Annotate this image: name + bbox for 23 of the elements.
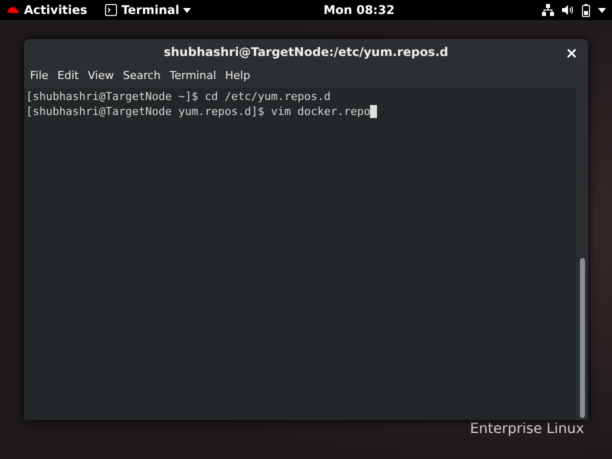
hat-logo-icon (6, 5, 20, 15)
terminal-icon (105, 4, 118, 16)
network-icon[interactable] (542, 4, 554, 16)
menu-item[interactable]: Terminal (166, 68, 220, 85)
menu-item[interactable]: Help (221, 68, 254, 85)
branding-text: Enterprise Linux (470, 421, 584, 437)
caret-icon (183, 8, 192, 12)
menu-item[interactable]: Search (118, 68, 165, 85)
caret-icon[interactable] (598, 8, 606, 12)
scrollbar-thumb[interactable] (580, 258, 584, 418)
cursor (370, 105, 378, 118)
menu-item[interactable]: View (84, 68, 118, 85)
clock[interactable]: Mon 08:32 (246, 1, 472, 19)
app-menu[interactable]: Terminal (121, 1, 180, 19)
close-button[interactable]: × (565, 42, 578, 64)
window-title: shubhashri@TargetNode:/etc/yum.repos.d (164, 44, 448, 61)
battery-icon[interactable] (582, 4, 590, 16)
menu-item[interactable]: Edit (53, 68, 83, 85)
terminal-line: [shubhashri@TargetNode ~]$ cd /etc/yum.repos.d (26, 89, 331, 104)
speaker-icon[interactable] (562, 4, 574, 16)
terminal-line: [shubhashri@TargetNode yum.repos.d]$ vim docker.repo (26, 104, 370, 119)
menu-item[interactable]: File (26, 68, 52, 85)
activities-button[interactable]: Activities (24, 1, 88, 19)
